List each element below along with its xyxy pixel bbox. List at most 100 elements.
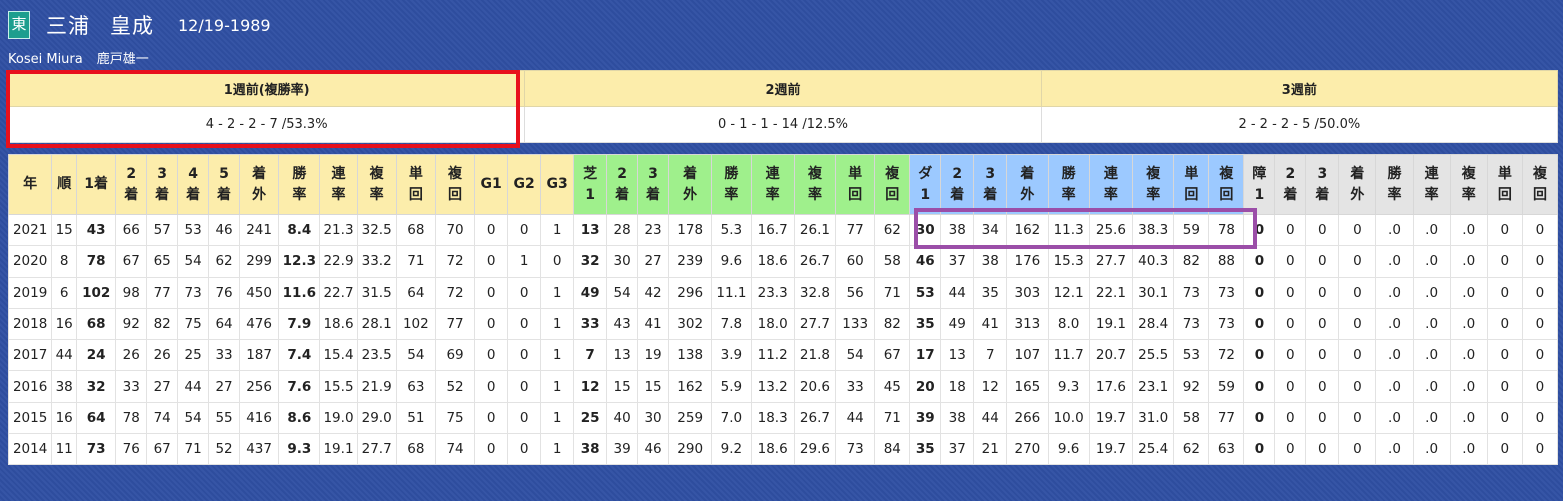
table-row: 2017 44 24 26 26 25 33 187 7.4 15.4 23.5 54 69 0 0 1 7 13… (7, 339, 1559, 372)
stats-cell: 0 (1486, 401, 1523, 435)
stats-cell: 0 (1243, 245, 1276, 278)
stats-cell: 17.6 (1088, 370, 1134, 403)
stats-cell: 0 (1305, 433, 1340, 466)
stats-col-header: 2着 (940, 154, 975, 215)
stats-cell: 38 (51, 370, 78, 403)
stats-cell: 19.1 (1088, 307, 1134, 341)
stats-cell: 56 (835, 276, 876, 309)
stats-cell: 59 (1173, 213, 1210, 247)
stats-col-header: G2 (507, 154, 542, 215)
stats-cell: 9.6 (711, 245, 752, 278)
stats-cell: .0 (1375, 213, 1414, 247)
stats-cell: 0 (1243, 433, 1276, 466)
stats-cell: 1 (540, 276, 575, 309)
stats-cell: 39 (606, 433, 639, 466)
stats-col-header: 単回 (1173, 154, 1210, 215)
stats-cell: 450 (238, 276, 280, 309)
stats-cell: 52 (434, 370, 476, 403)
stats-col-header: 障1 (1243, 154, 1276, 215)
stats-cell: .0 (1412, 213, 1451, 247)
stats-cell: 0 (1521, 307, 1559, 341)
stats-cell: 38 (573, 433, 608, 466)
stats-cell: 0 (1338, 245, 1377, 278)
table-row: 2021 15 43 66 57 53 46 241 8.4 21.3 32.5 68 70 0 0 1 13 2… (7, 213, 1559, 247)
stats-cell: 54 (177, 245, 210, 278)
stats-cell: 68 (76, 307, 117, 341)
stats-cell: 32.8 (793, 276, 837, 309)
stats-cell: 3.9 (711, 339, 752, 372)
stats-cell: 0 (507, 339, 542, 372)
stats-cell: 49 (573, 276, 608, 309)
stats-cell: 10.0 (1047, 401, 1090, 435)
stats-cell: 17 (909, 339, 942, 372)
stats-cell: 53 (1173, 339, 1210, 372)
stats-cell: 25 (573, 401, 608, 435)
stats-cell: 0 (474, 307, 509, 341)
stats-cell: 75 (177, 307, 210, 341)
stats-cell: 58 (874, 245, 911, 278)
stats-cell: 38 (940, 401, 975, 435)
stats-col-header: 3着 (973, 154, 1008, 215)
stats-cell: 28.4 (1132, 307, 1175, 341)
stats-cell: 32.5 (356, 213, 397, 247)
stats-cell: 239 (667, 245, 713, 278)
stats-cell: 78 (76, 245, 117, 278)
stats-cell: 51 (395, 401, 436, 435)
stats-cell: 15.5 (319, 370, 358, 403)
stats-col-header: 勝率 (1375, 154, 1414, 215)
stats-cell: 0 (1338, 433, 1377, 466)
stats-cell: 40.3 (1132, 245, 1175, 278)
stats-cell: 76 (208, 276, 240, 309)
stats-cell: 9.3 (278, 433, 321, 466)
stats-cell: 0 (1274, 307, 1307, 341)
stats-cell: 73 (835, 433, 876, 466)
stats-cell: 176 (1006, 245, 1049, 278)
stats-cell: 16.7 (750, 213, 795, 247)
stats-cell: 64 (208, 307, 240, 341)
stats-cell: 25.4 (1132, 433, 1175, 466)
stats-cell: 53 (909, 276, 942, 309)
stats-cell: 0 (1274, 213, 1307, 247)
stats-cell: 0 (1486, 370, 1523, 403)
stats-cell: 73 (1208, 307, 1245, 341)
stats-cell: 8.0 (1047, 307, 1090, 341)
stats-cell: 31.5 (356, 276, 397, 309)
stats-cell: 1 (540, 307, 575, 341)
stats-cell: 0 (1521, 370, 1559, 403)
stats-cell: 22.7 (319, 276, 358, 309)
stats-cell: 73 (76, 433, 117, 466)
stats-col-header: 単回 (1486, 154, 1523, 215)
stats-cell: 0 (1521, 433, 1559, 466)
stats-cell: 416 (238, 401, 280, 435)
stats-cell: 52 (208, 433, 240, 466)
week2-value: 0 - 1 - 1 - 14 /12.5% (524, 106, 1042, 143)
jockey-birthdate: 12/19-1989 (178, 15, 271, 35)
stats-cell: 12.1 (1047, 276, 1090, 309)
stats-cell: .0 (1375, 339, 1414, 372)
stats-col-header: 勝率 (1047, 154, 1090, 215)
stats-cell: 19.1 (319, 433, 358, 466)
stats-col-header: 複率 (356, 154, 397, 215)
stats-cell: 49 (940, 307, 975, 341)
stats-cell: 72 (434, 276, 476, 309)
stats-cell: 58 (1173, 401, 1210, 435)
stats-cell: 0 (1486, 433, 1523, 466)
stats-cell: 27.7 (793, 307, 837, 341)
stats-cell: .0 (1449, 307, 1488, 341)
stats-cell: 15 (606, 370, 639, 403)
stats-col-header: 3着 (637, 154, 669, 215)
stats-col-header: 芝1 (573, 154, 608, 215)
stats-cell: .0 (1449, 370, 1488, 403)
stats-cell: 0 (1521, 401, 1559, 435)
stats-cell: 35 (909, 433, 942, 466)
stats-cell: 29.6 (793, 433, 837, 466)
stats-cell: 7 (573, 339, 608, 372)
stats-cell: 0 (474, 339, 509, 372)
stats-cell: 54 (606, 276, 639, 309)
stats-col-header: 勝率 (278, 154, 321, 215)
stats-cell: 32 (573, 245, 608, 278)
stats-cell: 11 (51, 433, 78, 466)
stats-cell: 0 (1338, 401, 1377, 435)
table-row: 2014 11 73 76 67 71 52 437 9.3 19.1 27.7 68 74 0 0 1 38 3… (7, 433, 1559, 466)
stats-cell: 9.3 (1047, 370, 1090, 403)
